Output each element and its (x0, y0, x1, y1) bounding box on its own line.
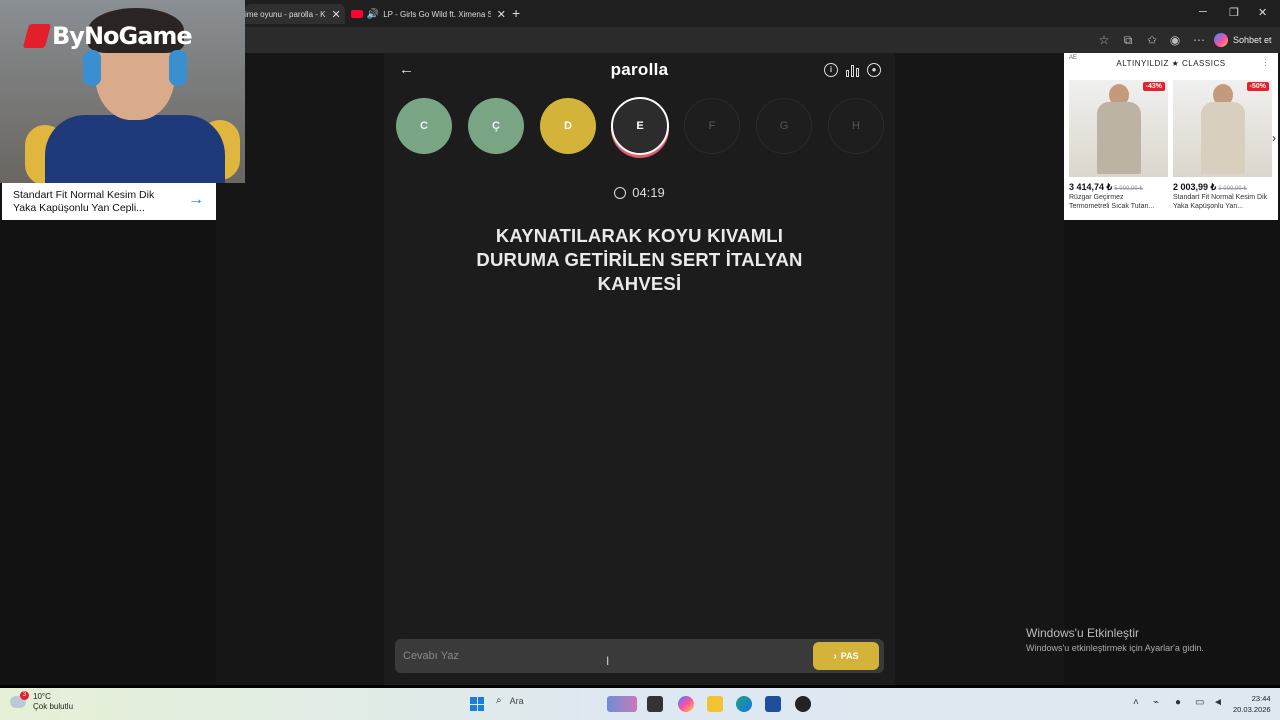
profile-icon[interactable]: ◉ (1167, 32, 1183, 48)
widget-app-icon[interactable] (607, 696, 637, 712)
product-price: 2 003,99 ₺ 3 999,99 ₺ (1173, 182, 1248, 192)
maximize-button[interactable]: ❐ (1229, 6, 1239, 19)
stats-icon[interactable] (846, 64, 860, 77)
letter-circle-g: G (756, 98, 812, 154)
windows-activation-watermark: Windows'u Etkinleştir Windows'u etkinleş… (1026, 626, 1204, 653)
weather-widget[interactable]: 3 10°C Çok bulutlu (10, 691, 74, 712)
app-header: ← parolla i ● (384, 53, 895, 89)
tab-parolla[interactable]: ime oyunu - parolla - K ✕ (245, 4, 345, 24)
arrow-right-icon[interactable]: → (188, 191, 204, 209)
speaker-icon[interactable]: 🔊 (367, 9, 379, 20)
tab-title: ime oyunu - parolla - K (245, 9, 326, 19)
clock-icon (614, 187, 627, 199)
notification-badge: 3 (20, 691, 29, 700)
network-icon[interactable]: ⌁ (1153, 697, 1159, 708)
tab-youtube[interactable]: 🔊 LP - Girls Go Wild ft. Ximena S ✕ (351, 4, 506, 24)
ad-options-icon[interactable]: ⋮ (1261, 57, 1270, 68)
search-icon: ⌕ (496, 695, 502, 706)
clock-time: 23:44 (1251, 694, 1271, 703)
activation-subtitle: Windows'u etkinleştirmek için Ayarlar'a … (1026, 643, 1204, 653)
microphone-icon[interactable]: ● (1175, 697, 1181, 708)
app-icon[interactable] (795, 696, 811, 712)
minimize-button[interactable]: ─ (1199, 6, 1207, 18)
edge-browser-icon[interactable] (736, 696, 752, 712)
search-label: Ara (509, 695, 524, 706)
taskbar: 3 10°C Çok bulutlu ⌕ Ara ˄ ⌁ ● ▭ ◄ 23:44… (0, 688, 1280, 720)
text-cursor-icon: I (606, 654, 610, 668)
more-menu-icon[interactable]: ⋯ (1191, 32, 1207, 48)
youtube-icon (351, 10, 363, 18)
app-title: parolla (610, 60, 669, 79)
answer-bar: I ›PAS (395, 639, 884, 673)
question-text: KAYNATILARAK KOYU KIVAMLI DURUMA GETİRİL… (476, 225, 803, 294)
taskbar-search[interactable]: ⌕ Ara (496, 695, 524, 706)
answer-input[interactable] (403, 646, 803, 666)
store-icon[interactable] (765, 696, 781, 712)
product-image[interactable]: -50% (1173, 80, 1272, 177)
letter-circle-c-cedilla: Ç (468, 98, 524, 154)
discount-badge: -43% (1142, 82, 1165, 91)
copilot-button[interactable]: Sohbet et (1214, 33, 1272, 47)
left-ad-banner[interactable]: Standart Fit Normal Kesim Dik Yaka Kapüş… (2, 183, 216, 220)
ad-text: Standart Fit Normal Kesim Dik Yaka Kapüş… (13, 188, 155, 214)
product-price: 3 414,74 ₺ 5 999,99 ₺ (1069, 182, 1144, 192)
info-icon[interactable]: i (824, 63, 838, 77)
channel-logo: ByNoGame (22, 22, 193, 50)
channel-name: ByNoGame (52, 22, 193, 50)
letter-circle-c: C (396, 98, 452, 154)
clock-date: 20.03.2026 (1233, 705, 1271, 714)
close-tab-icon[interactable]: ✕ (331, 8, 340, 21)
letter-circle-e-current: E (611, 97, 669, 155)
copilot-taskbar-icon[interactable] (678, 696, 694, 712)
system-clock[interactable]: 23:44 20.03.2026 (1233, 693, 1271, 715)
weather-temp: 10°C (33, 692, 51, 701)
activation-title: Windows'u Etkinleştir (1026, 626, 1139, 640)
tab-title: LP - Girls Go Wild ft. Ximena S (383, 9, 491, 19)
window-close-button[interactable]: ✕ (1258, 6, 1267, 19)
timer: 04:19 (384, 185, 895, 200)
letter-circle-h: H (828, 98, 884, 154)
favorite-star-icon[interactable]: ☆ (1096, 32, 1112, 48)
logo-mark-icon (22, 24, 52, 48)
pass-button[interactable]: › PAS (813, 642, 879, 670)
new-tab-button[interactable]: + (512, 5, 520, 21)
copilot-label: Sohbet et (1233, 35, 1272, 45)
start-button[interactable] (470, 697, 484, 711)
extensions-icon[interactable]: ⧉ (1120, 32, 1136, 48)
favorites-icon[interactable]: ✩ (1144, 32, 1160, 48)
copilot-icon (1214, 33, 1228, 47)
chevron-up-icon[interactable]: ˄ (1133, 697, 1139, 708)
discount-badge: -50% (1246, 82, 1269, 91)
product-image[interactable]: -43% (1069, 80, 1168, 177)
letter-circle-d: D (540, 98, 596, 154)
product-name: Standart Fit Normal Kesim Dik Yaka Kapüş… (1173, 194, 1268, 210)
display-icon[interactable]: ▭ (1195, 697, 1204, 708)
chevron-right-icon: › (833, 650, 837, 662)
cloud-icon: 3 (10, 691, 29, 708)
task-view-icon[interactable] (647, 696, 663, 712)
right-ad-column: AE ALTINYILDIZ ★ CLASSICS ⋮ -43% 3 414,7… (1064, 53, 1280, 685)
parolla-game: ← parolla i ● C Ç D E F G H 04:19 KAYNAT… (384, 53, 895, 685)
product-name: Rüzgar Geçirmez Termometreli Sıcak Tutan… (1069, 194, 1155, 210)
volume-icon[interactable]: ◄ (1213, 697, 1223, 708)
weather-desc: Çok bulutlu (33, 702, 74, 711)
pass-label: PAS (840, 651, 859, 661)
ad-brand: ALTINYILDIZ ★ CLASSICS (1116, 59, 1226, 68)
close-tab-icon[interactable]: ✕ (497, 8, 506, 21)
timer-value: 04:19 (632, 185, 665, 200)
file-explorer-icon[interactable] (707, 696, 723, 712)
user-icon[interactable]: ● (867, 63, 881, 77)
chevron-right-icon[interactable]: › (1272, 131, 1276, 145)
webcam-overlay: ByNoGame (0, 0, 245, 183)
letter-circle-f: F (684, 98, 740, 154)
right-ad-banner[interactable]: AE ALTINYILDIZ ★ CLASSICS ⋮ -43% 3 414,7… (1064, 53, 1278, 220)
